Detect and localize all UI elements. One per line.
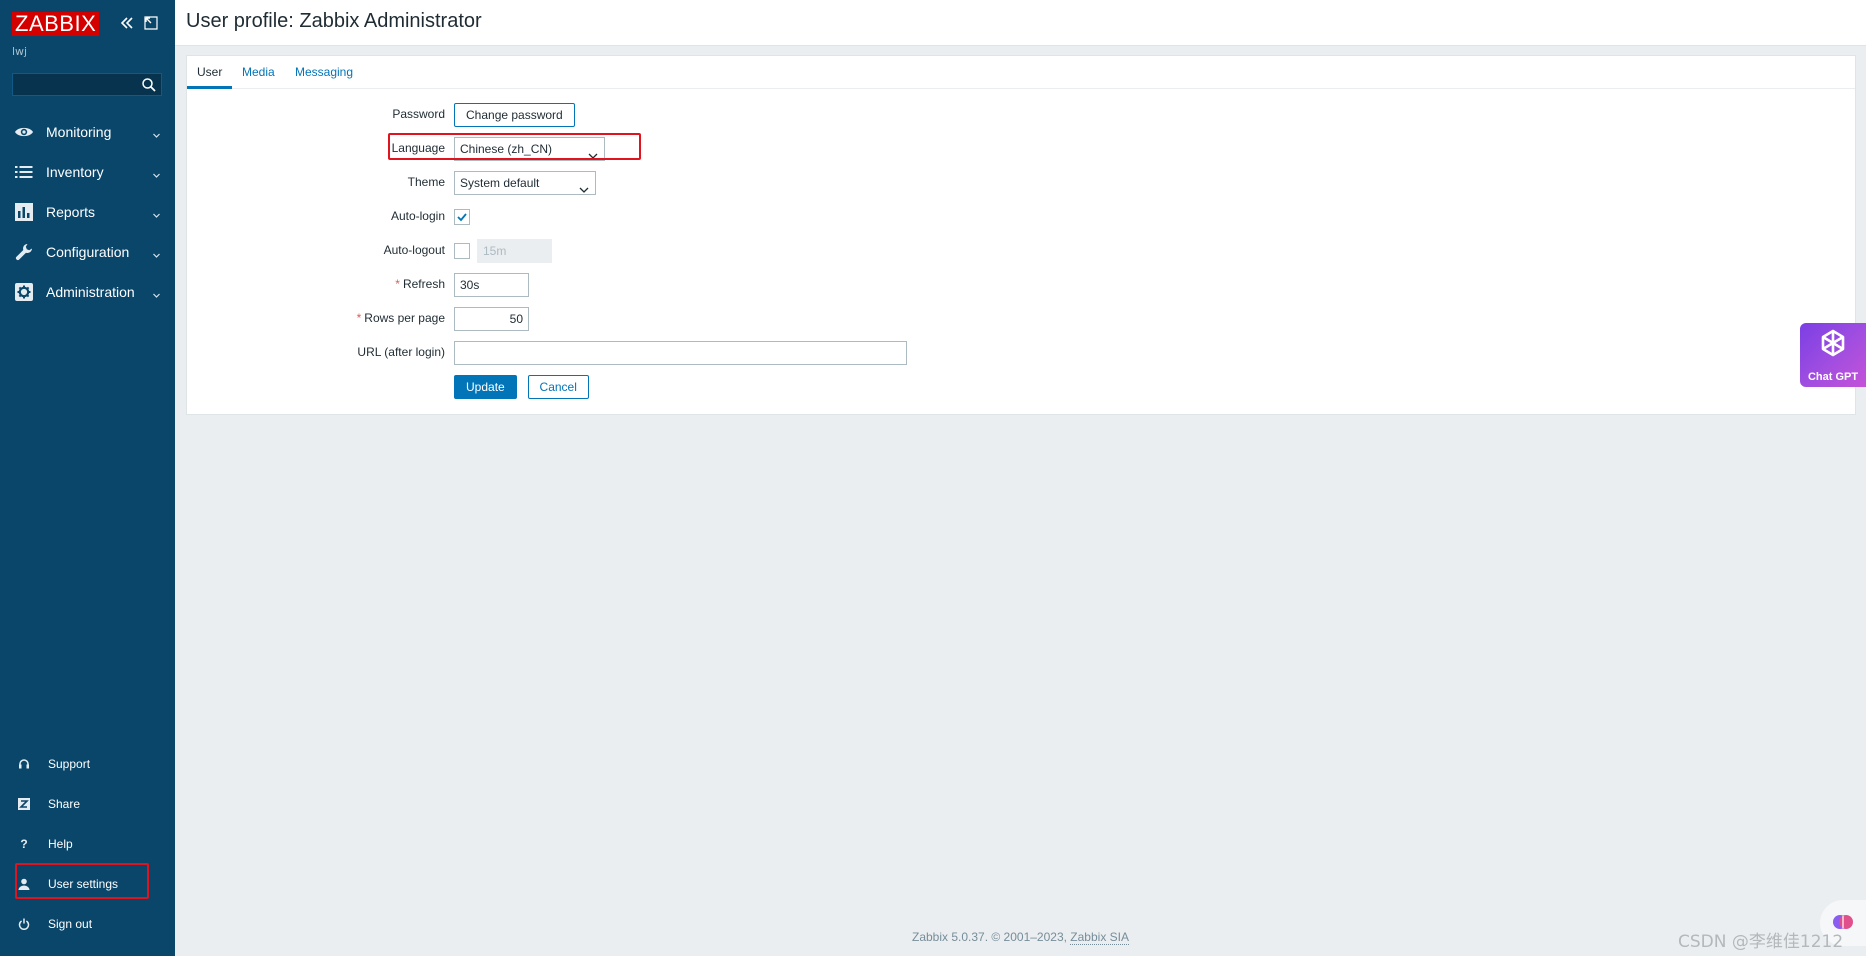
menu-label: Share — [48, 797, 81, 811]
page-title: User profile: Zabbix Administrator — [186, 10, 482, 32]
menu-item-reports[interactable]: Reports — [0, 192, 175, 232]
rows-per-page-input[interactable]: 50 — [454, 307, 529, 331]
headset-icon — [17, 757, 31, 771]
logo-row: ZABBIX — [12, 12, 100, 36]
menu-item-monitoring[interactable]: Monitoring — [0, 112, 175, 152]
refresh-input[interactable]: 30s — [454, 273, 529, 297]
url-row: URL (after login) — [187, 341, 1855, 365]
power-icon — [17, 917, 31, 931]
annotation-highlight-user-settings — [15, 863, 149, 899]
server-name: lwj — [12, 45, 28, 58]
menu-label: Monitoring — [46, 124, 112, 140]
menu-label: Configuration — [46, 244, 130, 260]
chevron-down-icon — [152, 247, 161, 258]
user-profile-form-panel: User Media Messaging Password Change pas… — [186, 55, 1856, 415]
autologout-input: 15m — [477, 239, 552, 263]
share-z-icon — [17, 797, 31, 811]
cancel-button[interactable]: Cancel — [527, 375, 589, 399]
menu-item-inventory[interactable]: Inventory — [0, 152, 175, 192]
change-password-button[interactable]: Change password — [454, 103, 575, 127]
menu-item-administration[interactable]: Administration — [0, 272, 175, 312]
tab-user[interactable]: User — [187, 56, 233, 89]
required-mark: * — [395, 277, 400, 291]
collapse-sidebar-button[interactable] — [118, 14, 136, 32]
search-icon[interactable] — [141, 77, 157, 93]
form-buttons-row: Update Cancel — [187, 375, 1855, 399]
menu-item-configuration[interactable]: Configuration — [0, 232, 175, 272]
menu-label: Help — [48, 837, 73, 851]
autologin-checkbox[interactable] — [454, 209, 470, 225]
bar-chart-icon — [14, 202, 34, 222]
theme-row: Theme System default — [187, 171, 1855, 195]
rows-per-page-row: * Rows per page 50 — [187, 307, 1855, 331]
chevron-down-icon — [152, 167, 161, 178]
menu-item-sign-out[interactable]: Sign out — [0, 904, 175, 944]
chatgpt-logo-icon — [1821, 329, 1845, 357]
tab-bar: User Media Messaging — [187, 56, 1855, 89]
autologout-label: Auto-logout — [383, 243, 445, 257]
update-button[interactable]: Update — [454, 375, 517, 399]
menu-label: Administration — [46, 284, 135, 300]
gear-icon — [14, 282, 34, 302]
wrench-icon — [14, 242, 34, 262]
footer-copyright: Zabbix 5.0.37. © 2001–2023, — [912, 930, 1071, 944]
csdn-watermark: CSDN @李维佳1212 — [1678, 932, 1844, 952]
chevron-down-icon — [152, 207, 161, 218]
autologout-checkbox[interactable] — [454, 243, 470, 259]
password-row: Password Change password — [187, 103, 1855, 127]
checkmark-icon — [457, 213, 467, 222]
list-icon — [14, 162, 34, 182]
theme-selected-value: System default — [460, 176, 540, 190]
theme-label: Theme — [407, 175, 445, 189]
autologout-row: Auto-logout 15m — [187, 239, 1855, 263]
menu-label: Inventory — [46, 164, 104, 180]
menu-label: Support — [48, 757, 91, 771]
page-header: User profile: Zabbix Administrator — [175, 0, 1866, 46]
password-label: Password — [392, 107, 445, 121]
menu-label: Reports — [46, 204, 96, 220]
tab-media[interactable]: Media — [232, 56, 285, 89]
footer: Zabbix 5.0.37. © 2001–2023, Zabbix SIA — [175, 930, 1866, 945]
chatgpt-floating-button[interactable]: Chat GPT — [1800, 323, 1866, 387]
bottom-menu: Support Share ? Help User settings Sign … — [0, 744, 175, 944]
menu-item-help[interactable]: ? Help — [0, 824, 175, 864]
chatgpt-label: Chat GPT — [1807, 371, 1859, 383]
theme-select[interactable]: System default — [454, 171, 596, 195]
required-mark: * — [356, 311, 362, 325]
chevron-down-icon — [152, 127, 161, 138]
chevron-down-icon — [579, 179, 589, 193]
menu-item-support[interactable]: Support — [0, 744, 175, 784]
tab-messaging[interactable]: Messaging — [285, 56, 363, 89]
kiosk-icon — [144, 16, 158, 30]
chevron-down-icon — [152, 287, 161, 298]
zabbix-logo[interactable]: ZABBIX — [12, 12, 100, 36]
menu-item-share[interactable]: Share — [0, 784, 175, 824]
double-chevron-left-icon — [120, 17, 133, 29]
autologin-row: Auto-login — [187, 205, 1855, 229]
annotation-highlight-language — [388, 133, 641, 160]
url-label: URL (after login) — [357, 345, 445, 359]
kiosk-mode-button[interactable] — [143, 14, 159, 32]
eye-icon — [14, 122, 34, 142]
question-icon: ? — [20, 837, 28, 851]
main-menu: Monitoring Inventory Reports Configurati… — [0, 112, 175, 312]
refresh-label: * Refresh — [395, 277, 445, 291]
url-input[interactable] — [454, 341, 907, 365]
refresh-row: * Refresh 30s — [187, 273, 1855, 297]
sidebar: ZABBIX lwj Monitoring Inventory Reports … — [0, 0, 175, 956]
search-input[interactable] — [12, 73, 162, 96]
rows-per-page-label: * Rows per page — [356, 311, 445, 325]
autologin-label: Auto-login — [390, 209, 445, 223]
menu-label: Sign out — [48, 917, 93, 931]
zabbix-sia-link[interactable]: Zabbix SIA — [1070, 930, 1129, 945]
